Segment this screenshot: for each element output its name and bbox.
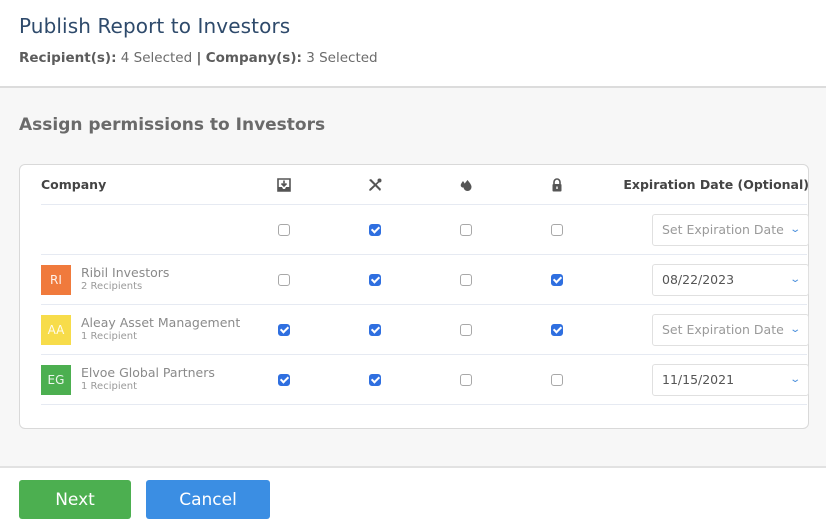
download-tray-icon bbox=[269, 165, 299, 204]
drops-icon bbox=[451, 165, 481, 204]
lock-checkbox[interactable] bbox=[551, 273, 563, 286]
chevron-down-icon: ⌄ bbox=[788, 324, 801, 335]
recipients-label: Recipient(s): bbox=[19, 50, 117, 66]
recipient-count: 2 Recipients bbox=[81, 281, 143, 292]
table-header-row: Company Expiration Date (Optional) bbox=[41, 165, 809, 205]
company-avatar: AA bbox=[41, 314, 71, 345]
company-name: Ribil Investors bbox=[81, 265, 170, 280]
lock-checkbox[interactable] bbox=[551, 323, 563, 336]
expiration-value: 08/22/2023 bbox=[662, 272, 735, 287]
recipients-count: 4 Selected bbox=[120, 50, 193, 66]
expiration-date-select[interactable]: 11/15/2021 ⌄ bbox=[652, 363, 809, 396]
table-row: EG Elvoe Global Partners 1 Recipient 11/… bbox=[41, 355, 809, 405]
dialog-body: Assign permissions to Investors Company … bbox=[0, 88, 826, 468]
expiration-value: Set Expiration Date bbox=[662, 222, 784, 237]
dialog-footer: Next Cancel bbox=[0, 470, 826, 530]
expiration-date-select[interactable]: Set Expiration Date ⌄ bbox=[652, 313, 809, 346]
summary-separator: | bbox=[196, 50, 202, 66]
tools-checkbox[interactable] bbox=[369, 323, 381, 336]
tools-checkbox[interactable] bbox=[369, 373, 381, 386]
apply-all-drops-checkbox[interactable] bbox=[460, 223, 472, 236]
tools-checkbox[interactable] bbox=[369, 273, 381, 286]
expiration-value: 11/15/2021 bbox=[662, 372, 735, 387]
lock-checkbox[interactable] bbox=[551, 373, 563, 386]
company-avatar: EG bbox=[41, 364, 71, 395]
dialog-header: Publish Report to Investors Recipient(s)… bbox=[0, 0, 826, 88]
table-row: AA Aleay Asset Management 1 Recipient Se… bbox=[41, 305, 809, 355]
next-button[interactable]: Next bbox=[19, 480, 131, 519]
tools-icon bbox=[360, 165, 390, 204]
download-checkbox[interactable] bbox=[278, 373, 290, 386]
companies-count: 3 Selected bbox=[306, 50, 378, 66]
recipient-count: 1 Recipient bbox=[81, 381, 138, 392]
apply-all-expiration-select[interactable]: Set Expiration Date ⌄ bbox=[652, 213, 809, 246]
company-name: Aleay Asset Management bbox=[81, 315, 241, 330]
apply-all-download-checkbox[interactable] bbox=[278, 223, 290, 236]
apply-all-lock-checkbox[interactable] bbox=[551, 223, 563, 236]
chevron-down-icon: ⌄ bbox=[788, 274, 801, 285]
drops-checkbox[interactable] bbox=[460, 273, 472, 286]
company-name: Elvoe Global Partners bbox=[81, 365, 215, 380]
selection-summary: Recipient(s): 4 Selected | Company(s): 3… bbox=[19, 50, 807, 66]
page-title: Publish Report to Investors bbox=[19, 14, 291, 38]
company-avatar: RI bbox=[41, 264, 71, 295]
expiration-date-select[interactable]: 08/22/2023 ⌄ bbox=[652, 263, 809, 296]
expiration-value: Set Expiration Date bbox=[662, 322, 784, 337]
apply-all-tools-checkbox[interactable] bbox=[369, 223, 381, 236]
apply-all-row: Set Expiration Date ⌄ bbox=[41, 205, 809, 255]
table-row: RI Ribil Investors 2 Recipients 08/22/20… bbox=[41, 255, 809, 305]
recipient-count: 1 Recipient bbox=[81, 331, 138, 342]
permissions-table: Company Expiration Date (Optional) Set E… bbox=[19, 164, 809, 429]
section-title: Assign permissions to Investors bbox=[19, 115, 326, 135]
download-checkbox[interactable] bbox=[278, 273, 290, 286]
companies-label: Company(s): bbox=[205, 50, 302, 66]
chevron-down-icon: ⌄ bbox=[788, 374, 801, 385]
chevron-down-icon: ⌄ bbox=[788, 224, 801, 235]
lock-icon bbox=[542, 165, 572, 204]
download-checkbox[interactable] bbox=[278, 323, 290, 336]
drops-checkbox[interactable] bbox=[460, 373, 472, 386]
cancel-button[interactable]: Cancel bbox=[146, 480, 270, 519]
column-header-expiration: Expiration Date (Optional) bbox=[623, 177, 809, 192]
drops-checkbox[interactable] bbox=[460, 323, 472, 336]
column-header-company: Company bbox=[41, 177, 107, 192]
